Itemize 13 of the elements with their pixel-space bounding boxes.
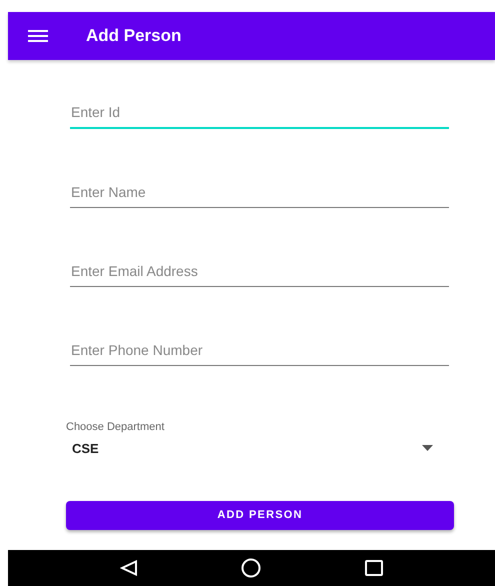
department-label: Choose Department [66,420,166,435]
app-title: Add Person [86,25,182,48]
recents-icon[interactable] [365,560,384,576]
back-icon[interactable] [120,560,138,576]
text-field[interactable]: Enter Email Address [70,261,449,287]
text-field[interactable]: Enter Id [70,102,449,129]
text-field[interactable]: Enter Name [70,182,449,208]
menu-icon[interactable] [28,30,48,42]
home-icon[interactable] [241,558,262,578]
department-dropdown[interactable]: CSE [66,438,445,459]
add-person-button[interactable]: ADD PERSON [66,501,454,530]
caret-icon [422,445,433,452]
text-field[interactable]: Enter Phone Number [70,340,449,366]
